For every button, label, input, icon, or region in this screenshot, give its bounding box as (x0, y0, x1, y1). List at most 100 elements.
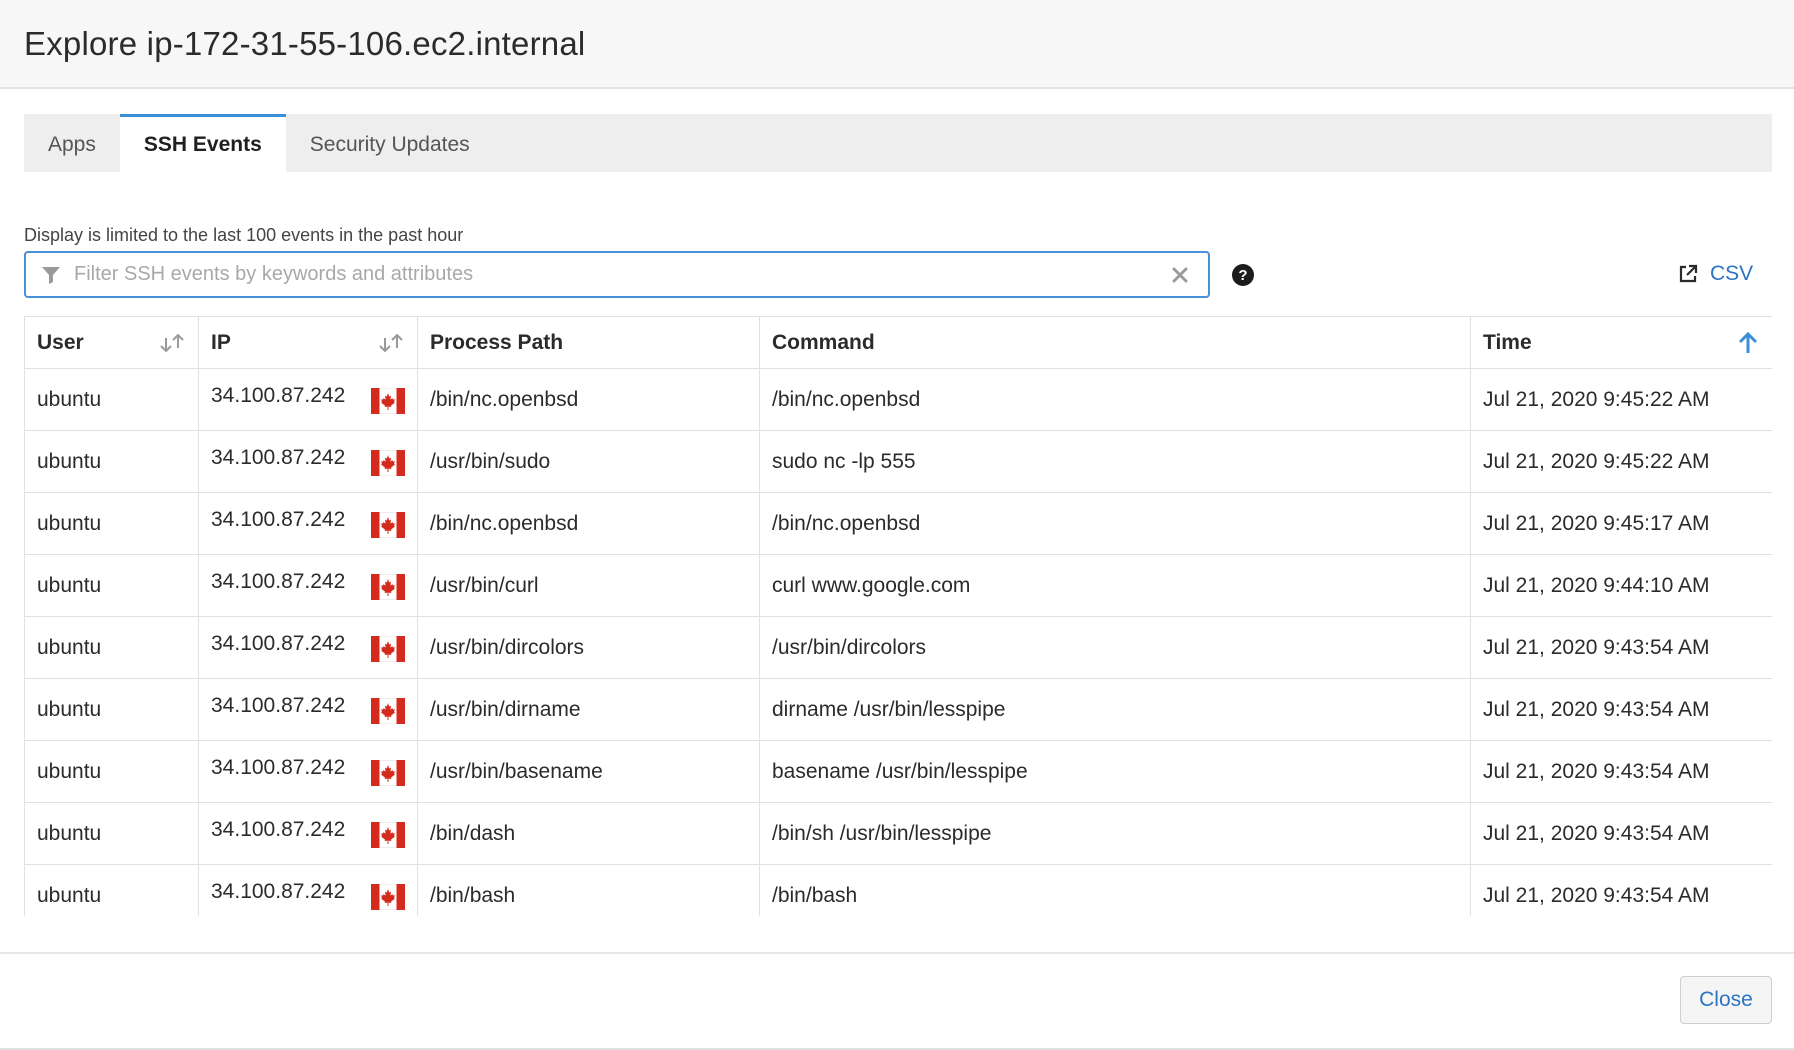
column-label: Process Path (430, 330, 564, 354)
cell-user: ubuntu (24, 740, 199, 803)
cell-process-path: /usr/bin/basename (417, 740, 760, 803)
cell-process-path: /bin/nc.openbsd (417, 368, 760, 431)
cell-process-path: /bin/bash (417, 864, 760, 916)
ip-text: 34.100.87.242 (211, 507, 346, 531)
canada-flag-icon (371, 636, 405, 662)
tab-apps[interactable]: Apps (24, 114, 120, 172)
cell-user: ubuntu (24, 368, 199, 431)
ip-text: 34.100.87.242 (211, 569, 346, 593)
ip-text: 34.100.87.242 (211, 631, 346, 655)
question-circle-icon[interactable]: ? (1232, 264, 1254, 286)
csv-label: CSV (1710, 262, 1754, 285)
canada-flag-icon (371, 760, 405, 786)
sort-arrows-icon[interactable] (377, 332, 405, 354)
modal-header: Explore ip-172-31-55-106.ec2.internal (0, 0, 1794, 89)
table-row[interactable]: ubuntu 34.100.87.242 /bin/nc.openbsd /bi… (24, 492, 1772, 555)
cell-ip: 34.100.87.242 (198, 864, 418, 916)
table-header-row: User IP Process Path Command Time (24, 316, 1772, 369)
cell-process-path: /usr/bin/dirname (417, 678, 760, 741)
ip-text: 34.100.87.242 (211, 755, 346, 779)
cell-ip: 34.100.87.242 (198, 368, 418, 431)
table-row[interactable]: ubuntu 34.100.87.242 /usr/bin/dirname di… (24, 678, 1772, 741)
ssh-events-table-wrapper[interactable]: User IP Process Path Command Time ubuntu… (24, 316, 1772, 916)
cell-process-path: /usr/bin/sudo (417, 430, 760, 493)
cell-ip: 34.100.87.242 (198, 492, 418, 555)
ssh-events-table: User IP Process Path Command Time ubuntu… (24, 316, 1772, 916)
cell-time: Jul 21, 2020 9:43:54 AM (1470, 616, 1772, 679)
cell-ip: 34.100.87.242 (198, 616, 418, 679)
column-header-command[interactable]: Command (759, 316, 1471, 369)
cell-user: ubuntu (24, 430, 199, 493)
cell-command: curl www.google.com (759, 554, 1471, 617)
cell-time: Jul 21, 2020 9:44:10 AM (1470, 554, 1772, 617)
ip-text: 34.100.87.242 (211, 879, 346, 903)
column-label: Time (1483, 330, 1532, 354)
cell-time: Jul 21, 2020 9:43:54 AM (1470, 864, 1772, 916)
cell-ip: 34.100.87.242 (198, 802, 418, 865)
filter-box (24, 251, 1210, 298)
csv-export-link[interactable]: CSV (1678, 262, 1753, 286)
tab-ssh-events[interactable]: SSH Events (119, 114, 286, 172)
cell-command: /bin/sh /usr/bin/lesspipe (759, 802, 1471, 865)
table-row[interactable]: ubuntu 34.100.87.242 /usr/bin/dircolors … (24, 616, 1772, 679)
column-header-ip[interactable]: IP (198, 316, 418, 369)
column-header-process-path[interactable]: Process Path (417, 316, 760, 369)
cell-ip: 34.100.87.242 (198, 740, 418, 803)
cell-user: ubuntu (24, 492, 199, 555)
table-row[interactable]: ubuntu 34.100.87.242 /usr/bin/sudo sudo … (24, 430, 1772, 493)
table-row[interactable]: ubuntu 34.100.87.242 /bin/dash /bin/sh /… (24, 802, 1772, 865)
sort-ascending-arrow-icon[interactable] (1736, 331, 1760, 355)
cell-user: ubuntu (24, 616, 199, 679)
cell-command: /usr/bin/dircolors (759, 616, 1471, 679)
tab-bar: Apps SSH Events Security Updates (24, 114, 1772, 172)
cell-process-path: /usr/bin/curl (417, 554, 760, 617)
explore-modal: Explore ip-172-31-55-106.ec2.internal Ap… (0, 0, 1794, 1050)
cell-command: /bin/nc.openbsd (759, 492, 1471, 555)
tab-security-updates[interactable]: Security Updates (286, 114, 494, 172)
cell-ip: 34.100.87.242 (198, 554, 418, 617)
cell-process-path: /bin/nc.openbsd (417, 492, 760, 555)
ip-text: 34.100.87.242 (211, 445, 346, 469)
column-header-user[interactable]: User (24, 316, 199, 369)
cell-user: ubuntu (24, 802, 199, 865)
limit-hint: Display is limited to the last 100 event… (24, 225, 464, 245)
filter-funnel-icon (40, 264, 62, 286)
canada-flag-icon (371, 512, 405, 538)
column-label: User (37, 330, 84, 354)
column-label: Command (772, 330, 875, 354)
cell-command: /bin/bash (759, 864, 1471, 916)
modal-title: Explore ip-172-31-55-106.ec2.internal (24, 24, 586, 62)
cell-process-path: /usr/bin/dircolors (417, 616, 760, 679)
canada-flag-icon (371, 822, 405, 848)
cell-ip: 34.100.87.242 (198, 430, 418, 493)
table-row[interactable]: ubuntu 34.100.87.242 /usr/bin/curl curl … (24, 554, 1772, 617)
canada-flag-icon (371, 698, 405, 724)
cell-time: Jul 21, 2020 9:45:22 AM (1470, 368, 1772, 431)
clear-x-icon[interactable] (1168, 263, 1192, 287)
external-link-icon (1679, 264, 1698, 283)
column-header-time[interactable]: Time (1470, 316, 1772, 369)
cell-time: Jul 21, 2020 9:45:17 AM (1470, 492, 1772, 555)
sort-arrows-icon[interactable] (158, 332, 186, 354)
cell-command: basename /usr/bin/lesspipe (759, 740, 1471, 803)
cell-user: ubuntu (24, 864, 199, 916)
cell-user: ubuntu (24, 554, 199, 617)
cell-time: Jul 21, 2020 9:43:54 AM (1470, 802, 1772, 865)
ip-text: 34.100.87.242 (211, 817, 346, 841)
canada-flag-icon (371, 388, 405, 414)
table-row[interactable]: ubuntu 34.100.87.242 /usr/bin/basename b… (24, 740, 1772, 803)
ip-text: 34.100.87.242 (211, 383, 346, 407)
cell-command: sudo nc -lp 555 (759, 430, 1471, 493)
table-row[interactable]: ubuntu 34.100.87.242 /bin/bash /bin/bash… (24, 864, 1772, 916)
close-button[interactable]: Close (1680, 976, 1772, 1024)
canada-flag-icon (371, 450, 405, 476)
cell-time: Jul 21, 2020 9:43:54 AM (1470, 678, 1772, 741)
ip-text: 34.100.87.242 (211, 693, 346, 717)
table-row[interactable]: ubuntu 34.100.87.242 /bin/nc.openbsd /bi… (24, 368, 1772, 431)
cell-command: /bin/nc.openbsd (759, 368, 1471, 431)
canada-flag-icon (371, 884, 405, 910)
cell-process-path: /bin/dash (417, 802, 760, 865)
footer-divider (0, 952, 1794, 954)
filter-input[interactable] (74, 263, 1168, 286)
cell-ip: 34.100.87.242 (198, 678, 418, 741)
